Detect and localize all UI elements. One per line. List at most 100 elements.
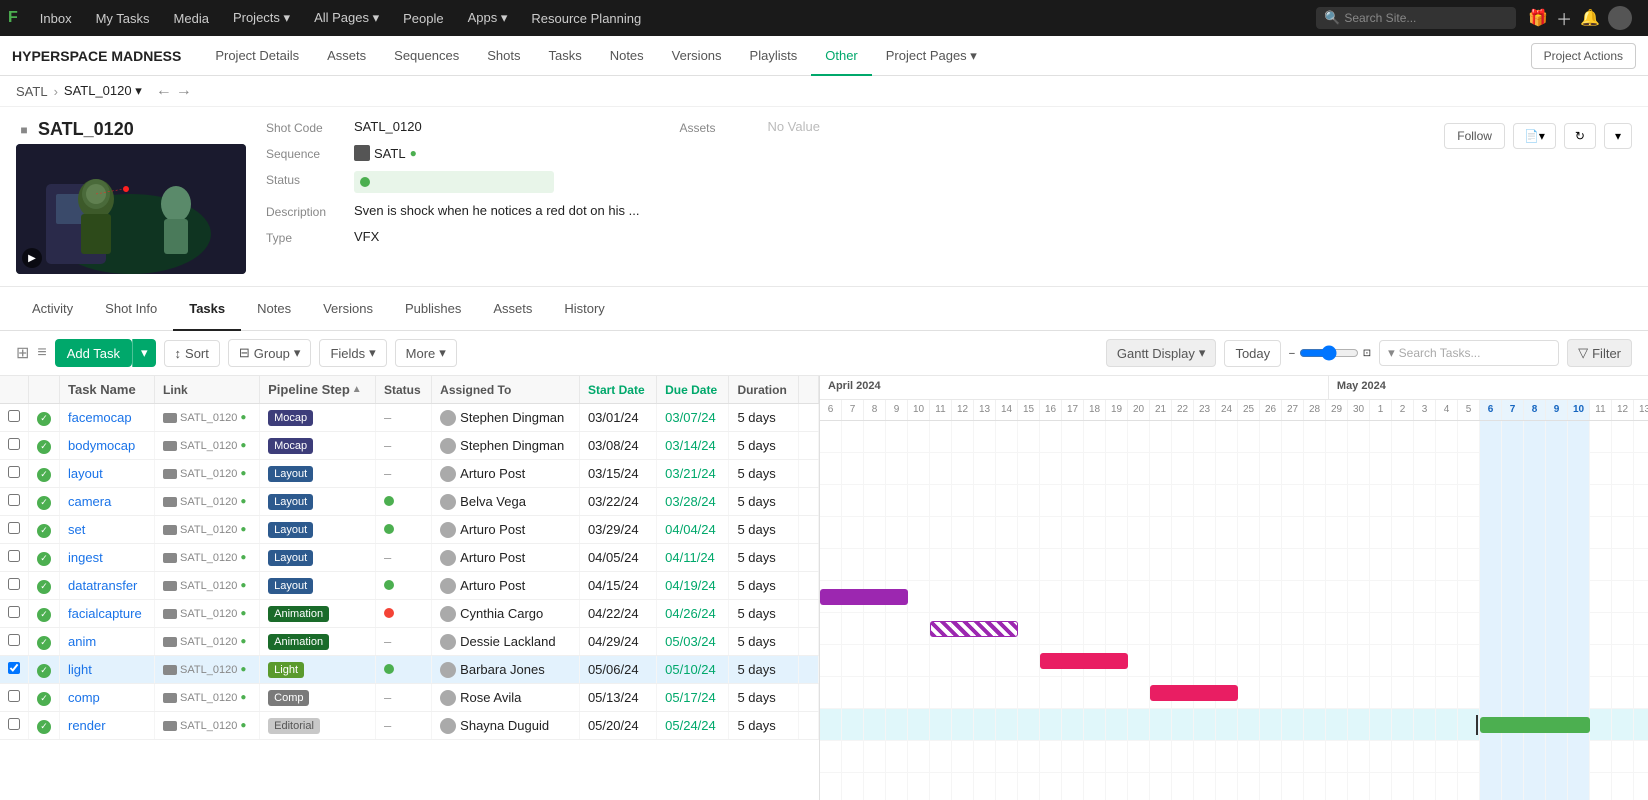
zoom-in-icon[interactable]: ⊡ (1363, 348, 1371, 359)
task-name-link[interactable]: ingest (68, 550, 103, 565)
refresh-button[interactable]: ↻ (1564, 123, 1596, 149)
tab-assets[interactable]: Assets (477, 287, 548, 331)
nav-sequences[interactable]: Sequences (380, 36, 473, 76)
zoom-range[interactable] (1299, 345, 1359, 361)
play-button[interactable]: ▶ (22, 248, 42, 268)
row-select-cell[interactable] (0, 432, 29, 460)
row-done-check[interactable]: ✓ (37, 468, 51, 482)
row-select-cell[interactable] (0, 600, 29, 628)
breadcrumb-parent[interactable]: SATL (16, 84, 48, 99)
add-task-button[interactable]: Add Task (55, 339, 132, 367)
global-search[interactable]: 🔍 Search Site... (1316, 7, 1516, 29)
task-name-link[interactable]: facemocap (68, 410, 132, 425)
row-select-cell[interactable] (0, 656, 29, 684)
tab-versions[interactable]: Versions (307, 287, 389, 331)
follow-button[interactable]: Follow (1444, 123, 1505, 149)
list-view-button[interactable]: ≡ (37, 344, 46, 362)
breadcrumb-current[interactable]: SATL_0120 ▾ (64, 83, 142, 99)
row-select-cell[interactable] (0, 488, 29, 516)
task-name-link[interactable]: render (68, 718, 106, 733)
row-checkbox[interactable] (8, 494, 20, 506)
row-checkbox[interactable] (8, 634, 20, 646)
gift-icon[interactable]: 🎁 (1528, 8, 1548, 28)
col-duration[interactable]: Duration (729, 376, 799, 404)
task-name-link[interactable]: layout (68, 466, 103, 481)
row-select-cell[interactable] (0, 544, 29, 572)
task-name-link[interactable]: anim (68, 634, 96, 649)
col-link[interactable]: Link (155, 376, 260, 404)
tab-notes[interactable]: Notes (241, 287, 307, 331)
row-done-cell[interactable]: ✓ (29, 684, 60, 712)
nav-my-tasks[interactable]: My Tasks (86, 7, 160, 30)
col-due-date[interactable]: Due Date (657, 376, 729, 404)
row-checkbox[interactable] (8, 466, 20, 478)
col-task-name[interactable]: Task Name (60, 376, 155, 404)
row-done-check[interactable]: ✓ (37, 524, 51, 538)
col-start-date[interactable]: Start Date (579, 376, 656, 404)
row-select-cell[interactable] (0, 628, 29, 656)
col-status[interactable]: Status (375, 376, 431, 404)
row-done-check[interactable]: ✓ (37, 636, 51, 650)
row-done-cell[interactable]: ✓ (29, 516, 60, 544)
row-done-cell[interactable]: ✓ (29, 600, 60, 628)
project-actions-button[interactable]: Project Actions (1531, 43, 1636, 69)
task-name-link[interactable]: set (68, 522, 85, 537)
row-select-cell[interactable] (0, 460, 29, 488)
row-checkbox[interactable] (8, 662, 20, 674)
row-checkbox[interactable] (8, 718, 20, 730)
nav-playlists[interactable]: Playlists (736, 36, 812, 76)
row-done-cell[interactable]: ✓ (29, 572, 60, 600)
document-icon-btn[interactable]: 📄▾ (1513, 123, 1556, 149)
row-done-check[interactable]: ✓ (37, 664, 51, 678)
shot-thumbnail[interactable]: ▶ (16, 144, 246, 274)
bell-icon[interactable]: 🔔 (1580, 8, 1600, 28)
filter-button[interactable]: ▽ Filter (1567, 339, 1632, 367)
grid-view-button[interactable]: ⊞ (16, 343, 29, 363)
user-avatar[interactable] (1608, 6, 1632, 30)
task-name-link[interactable]: facialcapture (68, 606, 142, 621)
task-name-link[interactable]: datatransfer (68, 578, 137, 593)
row-done-check[interactable]: ✓ (37, 496, 51, 510)
row-select-cell[interactable] (0, 572, 29, 600)
row-done-cell[interactable]: ✓ (29, 432, 60, 460)
row-select-cell[interactable] (0, 404, 29, 432)
row-select-cell[interactable] (0, 712, 29, 740)
row-done-cell[interactable]: ✓ (29, 460, 60, 488)
task-name-link[interactable]: light (68, 662, 92, 677)
row-checkbox[interactable] (8, 578, 20, 590)
nav-versions[interactable]: Versions (658, 36, 736, 76)
nav-other[interactable]: Other (811, 36, 872, 76)
nav-notes[interactable]: Notes (596, 36, 658, 76)
fields-button[interactable]: Fields ▾ (319, 339, 386, 367)
row-checkbox[interactable] (8, 606, 20, 618)
row-checkbox[interactable] (8, 410, 20, 422)
nav-next-arrow[interactable]: → (176, 82, 192, 100)
row-done-check[interactable]: ✓ (37, 580, 51, 594)
today-button[interactable]: Today (1224, 340, 1281, 367)
nav-resource-planning[interactable]: Resource Planning (521, 7, 651, 30)
tab-shot-info[interactable]: Shot Info (89, 287, 173, 331)
row-select-cell[interactable] (0, 684, 29, 712)
search-tasks[interactable]: ▾ Search Tasks... (1379, 340, 1559, 366)
tab-tasks[interactable]: Tasks (173, 287, 241, 331)
nav-project-details[interactable]: Project Details (201, 36, 313, 76)
nav-people[interactable]: People (393, 7, 453, 30)
tab-publishes[interactable]: Publishes (389, 287, 477, 331)
tab-activity[interactable]: Activity (16, 287, 89, 331)
row-checkbox[interactable] (8, 690, 20, 702)
nav-apps[interactable]: Apps ▾ (458, 6, 518, 30)
row-done-check[interactable]: ✓ (37, 608, 51, 622)
zoom-slider[interactable]: – ⊡ (1289, 345, 1371, 361)
nav-shots[interactable]: Shots (473, 36, 534, 76)
task-name-link[interactable]: comp (68, 690, 100, 705)
nav-project-pages[interactable]: Project Pages ▾ (872, 36, 991, 76)
sort-button[interactable]: ↕ Sort (164, 340, 220, 367)
task-name-link[interactable]: bodymocap (68, 438, 135, 453)
nav-assets[interactable]: Assets (313, 36, 380, 76)
plus-icon[interactable]: ＋ (1556, 6, 1572, 30)
expand-button[interactable]: ▾ (1604, 123, 1632, 149)
row-checkbox[interactable] (8, 550, 20, 562)
nav-projects[interactable]: Projects ▾ (223, 6, 300, 30)
row-done-cell[interactable]: ✓ (29, 656, 60, 684)
task-name-link[interactable]: camera (68, 494, 111, 509)
